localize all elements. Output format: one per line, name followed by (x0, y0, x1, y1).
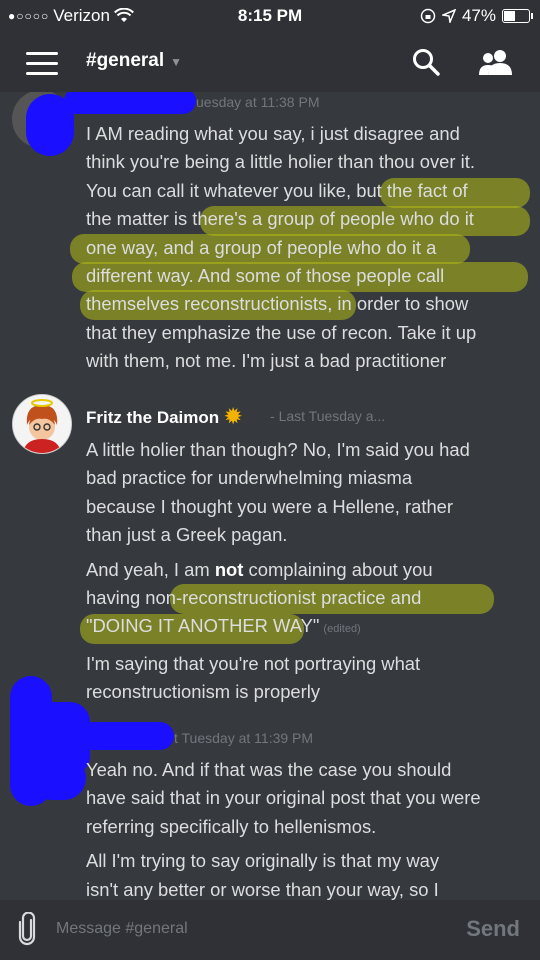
message-input[interactable]: Message #general (56, 920, 188, 938)
timestamp-text: Last Tuesday a... (278, 408, 386, 424)
message-line: bad practice for underwhelming miasma (86, 467, 413, 489)
location-icon (441, 9, 456, 23)
chevron-down-icon: ▼ (170, 55, 183, 69)
message-line: Yeah no. And if that was the case you sh… (86, 759, 452, 780)
message-line: that they emphasize the use of recon. Ta… (86, 321, 477, 343)
message-content: Yeah no. And if that was the case you sh… (86, 756, 526, 900)
message-line: All I'm trying to say originally is that… (86, 850, 440, 872)
status-right: 47% (420, 6, 533, 26)
author-name[interactable]: Fritz the Daimon ✹ (86, 404, 242, 429)
search-icon[interactable] (412, 48, 440, 76)
edited-label: (edited) (323, 623, 361, 636)
avatar[interactable] (12, 394, 72, 454)
text-span: And yeah, I am (86, 558, 215, 580)
character-avatar-icon (13, 395, 71, 453)
message-line: have said that in your original post tha… (86, 787, 481, 809)
message-line: than just a Greek pagan. (86, 524, 288, 546)
message-timestamp: - Last Tuesday a... (270, 408, 386, 424)
channel-title[interactable]: #general ▼ (86, 50, 182, 72)
message-line: themselves reconstructionists, in order … (86, 293, 469, 315)
message-line: different way. And some of those people … (86, 265, 445, 287)
rotation-lock-icon (420, 8, 436, 24)
message-line: A little holier than though? No, I'm sai… (86, 439, 470, 460)
message-line: having non-reconstructionist practice an… (86, 587, 422, 609)
message-timestamp: t Tuesday at 11:39 PM (174, 730, 314, 746)
members-icon[interactable] (478, 48, 514, 76)
message-line: isn't any better or worse than your way,… (86, 878, 439, 900)
message-line: You can call it whatever you like, but t… (86, 179, 468, 201)
menu-icon[interactable] (26, 52, 58, 75)
battery-icon (502, 9, 533, 23)
channel-name: #general (86, 50, 165, 71)
status-bar: ●○○○○ Verizon 8:15 PM 47% (0, 0, 540, 32)
message-list[interactable]: uesday at 11:38 PM I AM reading what you… (0, 92, 540, 900)
message-line: referring specifically to hellenismos. (86, 815, 377, 837)
text-span: "DOING IT ANOTHER WAY" (86, 615, 320, 637)
message-line: I AM reading what you say, i just disagr… (86, 123, 460, 144)
message-content: I AM reading what you say, i just disagr… (86, 120, 526, 376)
message-line: with them, not me. I'm just a bad practi… (86, 350, 447, 372)
sun-emoji-icon: ✹ (219, 406, 242, 428)
battery-percent: 47% (461, 6, 496, 25)
message-line: And yeah, I am not complaining about you (86, 556, 526, 584)
message-line: the matter is there's a group of people … (86, 208, 474, 230)
redaction-mark (60, 722, 174, 750)
attachment-icon[interactable] (16, 912, 38, 946)
message-line: one way, and a group of people who do it… (86, 236, 437, 258)
bold-text: not (214, 558, 244, 580)
message-line: because I thought you were a Hellene, ra… (86, 495, 454, 517)
text-span: complaining about you (243, 558, 433, 580)
redaction-mark (30, 756, 86, 800)
redaction-mark (64, 92, 196, 114)
send-button[interactable]: Send (466, 916, 520, 942)
message-content: A little holier than though? No, I'm sai… (86, 436, 526, 707)
message-line: "DOING IT ANOTHER WAY" (edited) (86, 612, 526, 643)
message-line: I'm saying that you're not portraying wh… (86, 652, 421, 674)
message-line: reconstructionism is properly (86, 681, 321, 703)
message-timestamp: uesday at 11:38 PM (196, 94, 320, 110)
author-name-text: Fritz the Daimon (86, 408, 220, 427)
message-line: think you're being a little holier than … (86, 151, 475, 173)
channel-header: #general ▼ (0, 32, 540, 92)
message-composer: Message #general Send (0, 900, 540, 960)
